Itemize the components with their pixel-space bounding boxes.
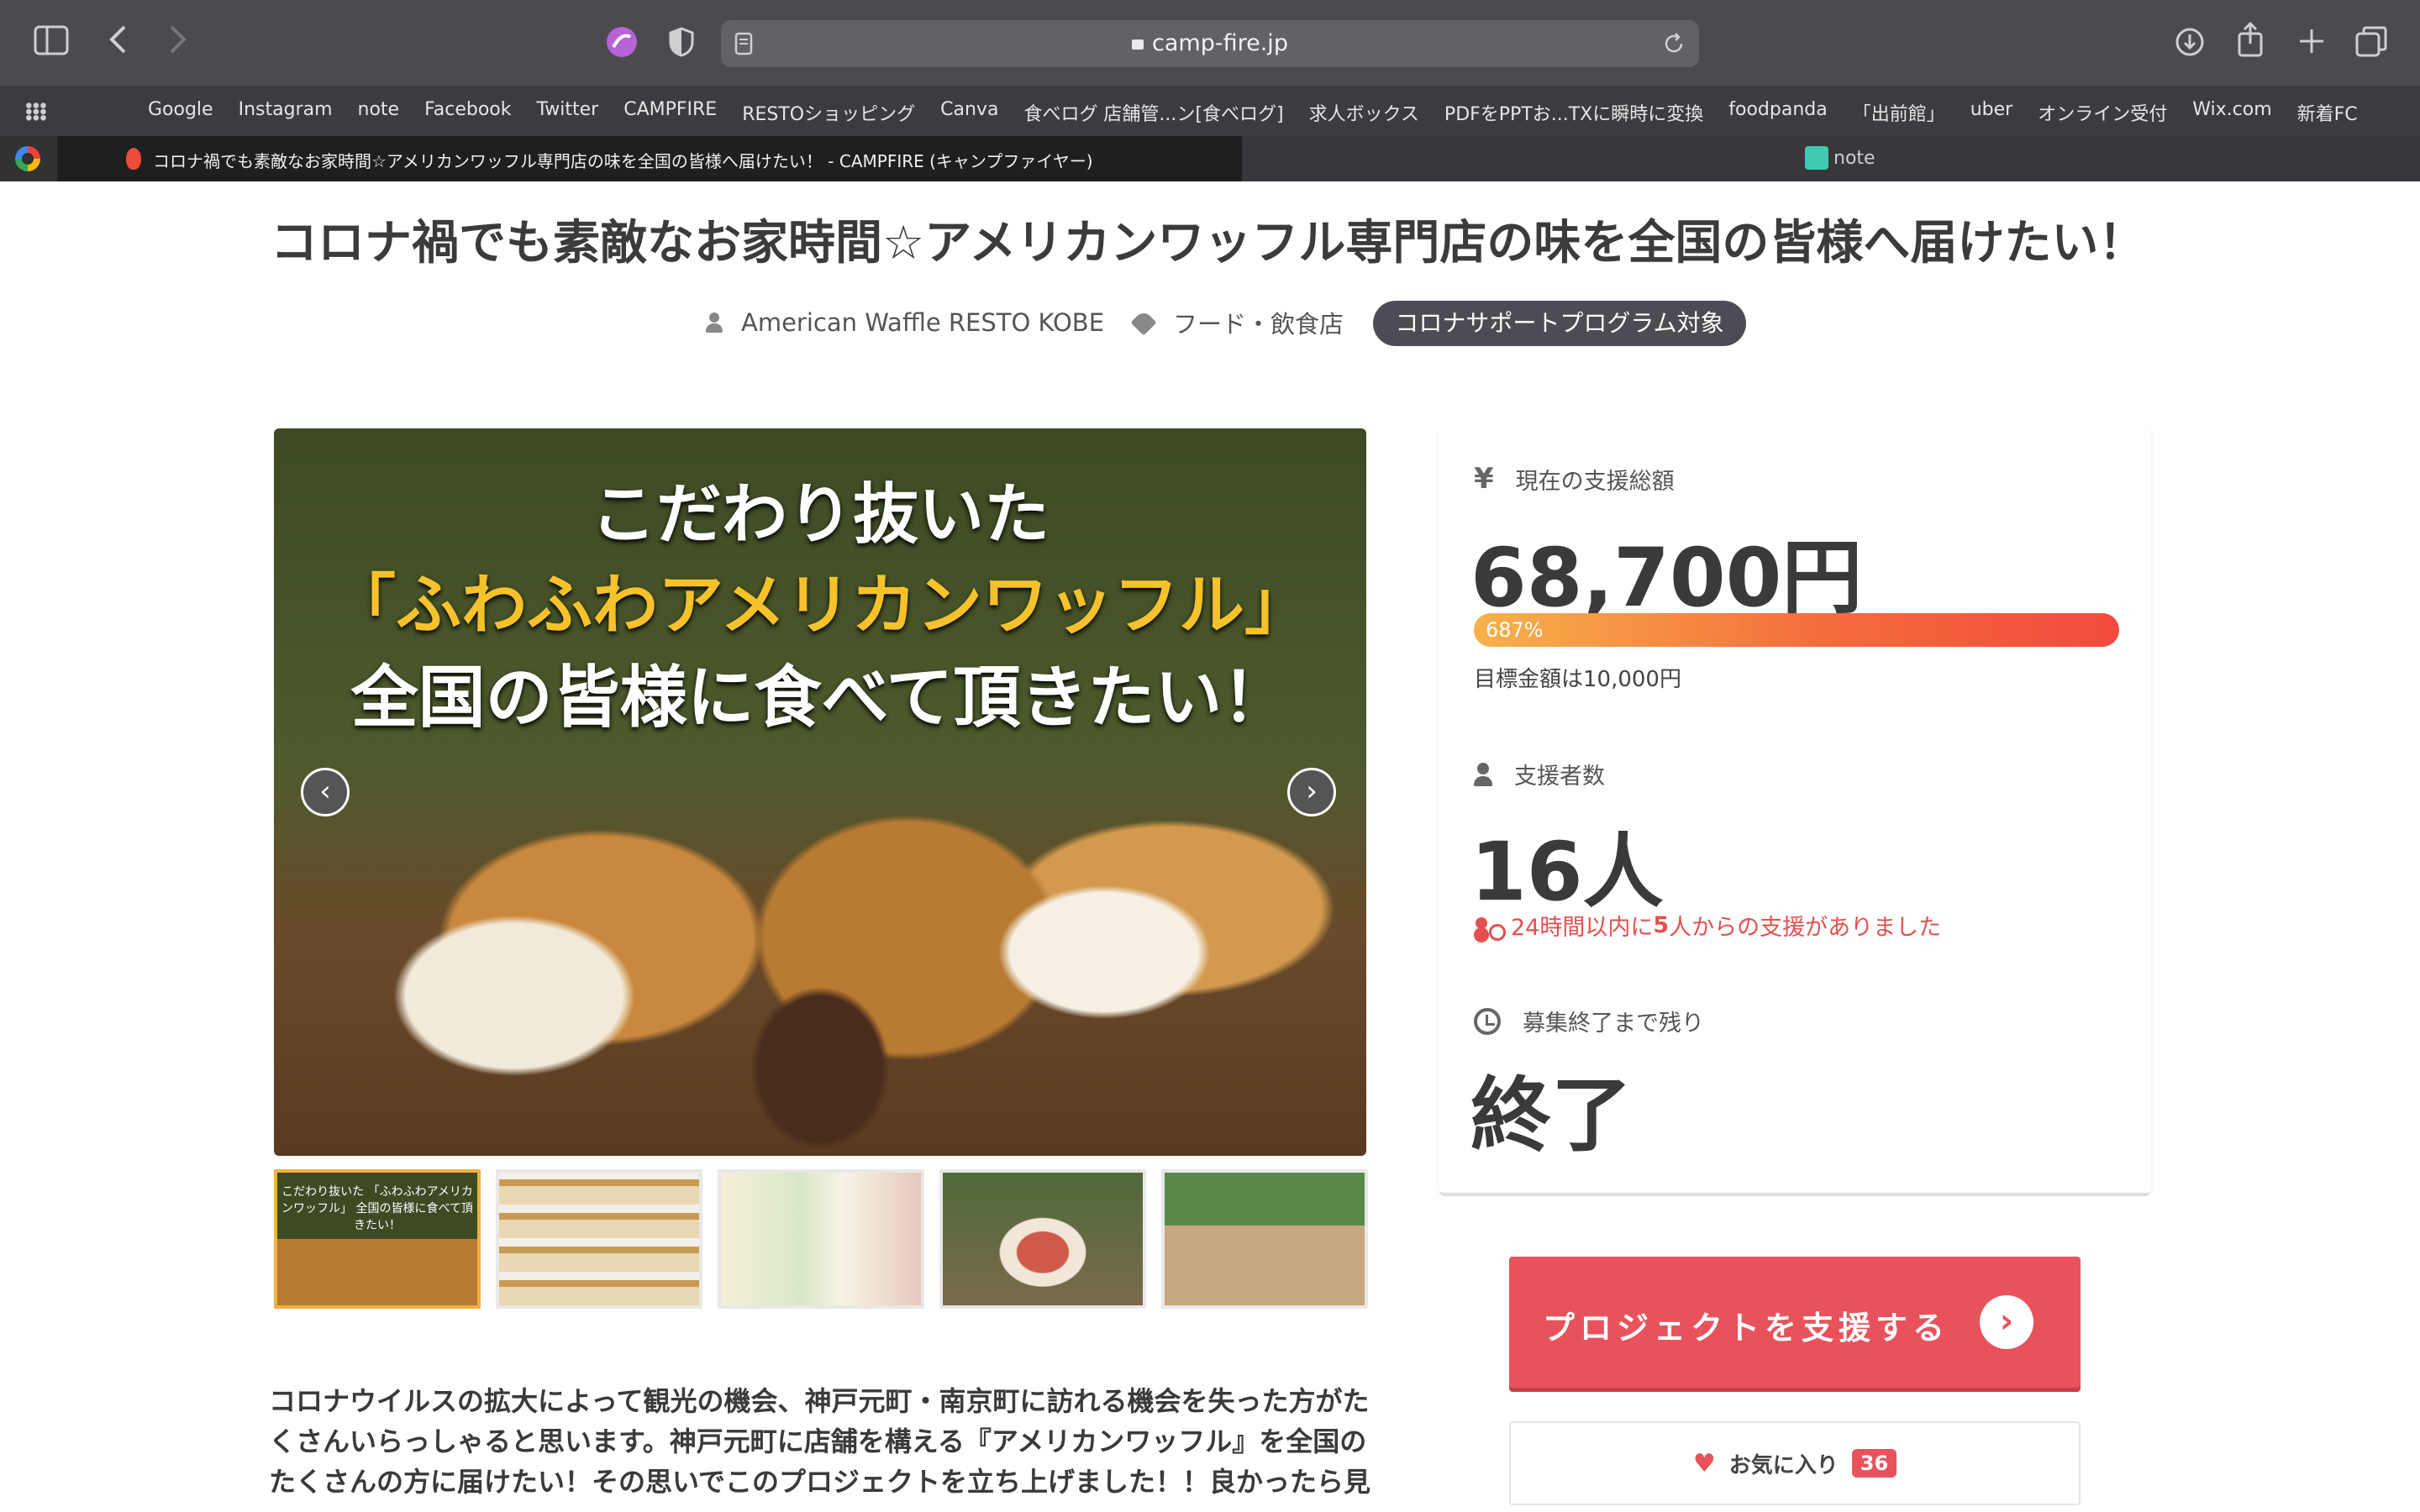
bookmark-tabelog[interactable]: 食べログ 店舗管...ン[食べログ] — [1023, 99, 1283, 126]
lock-icon — [1132, 39, 1144, 50]
campfire-flame-icon — [126, 148, 141, 170]
hero-image: こだわり抜いた 「ふわふわアメリカンワッフル」 全国の皆様に食べて頂きたい！ ‹… — [274, 428, 1366, 1156]
browser-toolbar: camp-fire.jp — [0, 0, 2420, 86]
progress-text: 687% — [1486, 618, 1544, 642]
bookmark-uber[interactable]: uber — [1970, 99, 2013, 126]
google-icon — [15, 146, 40, 171]
backers-value: 16人 — [1470, 825, 1664, 919]
share-icon[interactable] — [2237, 21, 2264, 63]
backers-label: 支援者数 — [1474, 758, 1605, 790]
user-icon — [706, 312, 723, 333]
bookmark-demaekan[interactable]: 「出前館」 — [1853, 99, 1945, 126]
bookmark-canva[interactable]: Canva — [940, 99, 998, 126]
amount-label: ¥ 現在の支援総額 — [1474, 462, 1675, 496]
bookmark-instagram[interactable]: Instagram — [239, 99, 333, 126]
thumbnail-1[interactable]: こだわり抜いた 「ふわふわアメリカンワッフル」 全国の皆様に食べて頂きたい！ — [274, 1169, 481, 1309]
remaining-label: 募集終了まで残り — [1474, 1005, 1704, 1037]
thumbnail-3[interactable] — [718, 1169, 924, 1309]
download-icon[interactable] — [2175, 27, 2205, 63]
project-intro: コロナウイルスの拡大によって観光の機会、神戸元町・南京町に訪れる機会を失った方が… — [269, 1385, 1371, 1498]
bookmark-note[interactable]: note — [358, 99, 400, 126]
tab-campfire[interactable]: コロナ禍でも素敵なお家時間☆アメリカンワッフル専門店の味を全国の皆様へ届けたい！… — [57, 136, 1242, 181]
favorite-button[interactable]: ♥ お気に入り 36 — [1509, 1421, 2081, 1505]
clock-icon — [1474, 1007, 1501, 1035]
amount-value: 68,700円 — [1470, 531, 1863, 625]
recent-backers: 24時間以内に 5 人からの支援がありました — [1474, 909, 1941, 942]
thumbnail-1-text: こだわり抜いた 「ふわふわアメリカンワッフル」 全国の皆様に食べて頂きたい！ — [281, 1185, 473, 1232]
recent-users-icon — [1474, 914, 1506, 941]
thumbnail-5[interactable] — [1161, 1169, 1368, 1309]
tab-pinned-google[interactable] — [0, 136, 57, 181]
thumbnail-2[interactable] — [496, 1169, 702, 1309]
remaining-value: 終了 — [1470, 1068, 1632, 1163]
bookmark-twitter[interactable]: Twitter — [536, 99, 598, 126]
yen-icon: ¥ — [1474, 462, 1494, 496]
url-text: camp-fire.jp — [721, 30, 1699, 56]
sidebar-icon[interactable] — [34, 25, 69, 61]
goal-text: 目標金額は10,000円 — [1474, 667, 1681, 692]
tab-bar: コロナ禍でも素敵なお家時間☆アメリカンワッフル専門店の味を全国の皆様へ届けたい！… — [0, 136, 2420, 181]
progress-bar: 687% — [1474, 613, 2119, 647]
note-icon — [1805, 146, 1828, 170]
tab-overview-icon[interactable] — [2354, 25, 2388, 65]
bookmarks-bar: Google Instagram note Facebook Twitter C… — [0, 86, 2420, 136]
progress-fill — [1474, 613, 2119, 647]
tab-note[interactable]: note — [1242, 136, 2420, 181]
chevron-right-icon: › — [1980, 1295, 2033, 1349]
thumbnail-4[interactable] — [939, 1169, 1146, 1309]
bookmark-facebook[interactable]: Facebook — [424, 99, 511, 126]
owner-name: American Waffle RESTO KOBE — [741, 308, 1105, 337]
bookmark-list: Google Instagram note Facebook Twitter C… — [148, 99, 2358, 126]
bookmark-campfire[interactable]: CAMPFIRE — [623, 99, 717, 126]
thumbnail-strip: こだわり抜いた 「ふわふわアメリカンワッフル」 全国の皆様に食べて頂きたい！ — [274, 1169, 1368, 1309]
tag-icon — [1130, 309, 1157, 336]
hero-line-3: 全国の皆様に食べて頂きたい！ — [350, 658, 1290, 737]
project-owner[interactable]: American Waffle RESTO KOBE — [706, 301, 1104, 344]
bookmark-resto-shopping[interactable]: RESTOショッピング — [742, 99, 915, 126]
bookmark-foodpanda[interactable]: foodpanda — [1728, 99, 1827, 126]
support-project-button[interactable]: プロジェクトを支援する › — [1509, 1257, 2081, 1388]
stats-card: ¥ 現在の支援総額 68,700円 687% 目標金額は10,000円 支援者数… — [1439, 428, 2151, 1193]
apps-grid-icon[interactable] — [25, 102, 47, 121]
favorite-count-badge: 36 — [1851, 1449, 1897, 1478]
new-tab-icon[interactable] — [2297, 27, 2326, 61]
reload-icon[interactable] — [1662, 32, 1686, 59]
bookmark-online-reception[interactable]: オンライン受付 — [2038, 99, 2167, 126]
bookmark-pdf-ppt[interactable]: PDFをPPTお...TXに瞬時に変換 — [1444, 99, 1703, 126]
hero-line-2: 「ふわふわアメリカンワッフル」 — [329, 567, 1311, 643]
bookmark-new-fc[interactable]: 新着FC — [2297, 99, 2358, 126]
category-name: フード・飲食店 — [1173, 310, 1344, 339]
privacy-shield-icon[interactable] — [669, 27, 694, 63]
project-category[interactable]: フード・飲食店 — [1130, 301, 1344, 344]
bookmark-wix[interactable]: Wix.com — [2192, 99, 2271, 126]
address-bar[interactable]: camp-fire.jp — [721, 20, 1699, 67]
user-icon — [1474, 762, 1492, 786]
hero-line-1: こだわり抜いた — [590, 476, 1050, 553]
carousel-next-button[interactable]: › — [1287, 768, 1336, 816]
forward-icon[interactable] — [168, 24, 188, 61]
back-icon[interactable] — [108, 24, 128, 61]
bookmark-google[interactable]: Google — [148, 99, 213, 126]
corona-support-badge[interactable]: コロナサポートプログラム対象 — [1373, 301, 1746, 346]
project-title: コロナ禍でも素敵なお家時間☆アメリカンワッフル専門店の味を全国の皆様へ届けたい！ — [271, 216, 2146, 270]
carousel-prev-button[interactable]: ‹ — [301, 768, 350, 816]
heart-icon: ♥ — [1692, 1448, 1716, 1478]
bookmark-kyujin-box[interactable]: 求人ボックス — [1309, 99, 1419, 126]
extension-icon[interactable] — [605, 25, 639, 65]
